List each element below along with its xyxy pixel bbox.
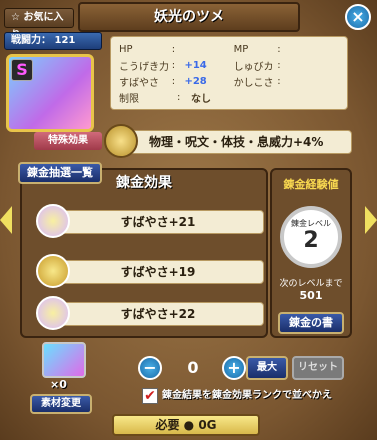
stat-colon: : — [171, 59, 176, 71]
plus-button[interactable]: + — [222, 356, 246, 380]
power-label: 戦闘力： — [11, 35, 51, 46]
stats-row: 制限 : なし — [119, 89, 339, 105]
sort-checkbox-label: 錬金結果を錬金効果ランクで並べかえ — [162, 390, 332, 401]
limit-value: なし — [191, 93, 211, 105]
special-effect-icon — [104, 124, 138, 158]
coin-icon: ● — [183, 418, 195, 432]
material-count: ×0 — [50, 378, 67, 391]
effect-row: すばやさ+21 — [36, 204, 264, 238]
effect-medal-icon — [36, 204, 70, 238]
level-ring: 錬金レベル 2 — [280, 206, 342, 268]
stat-colon: : — [277, 43, 281, 55]
favorite-tag[interactable]: ☆ お気に入り — [4, 8, 74, 41]
stat-colon: : — [177, 91, 181, 103]
stats-row: すばやさ : +28 かしこさ : — [119, 73, 339, 89]
special-effect-text: 物理・呪文・体技・息威力+4% — [120, 130, 352, 154]
power-value: 121 — [54, 35, 76, 46]
level-label: 錬金レベル — [291, 219, 331, 228]
reset-button[interactable]: リセット — [292, 356, 344, 380]
atk-label: こうげき力 — [119, 61, 169, 73]
effect-text: すばやさ+21 — [52, 210, 264, 234]
effect-text: すばやさ+22 — [52, 302, 264, 326]
alchemy-book-button[interactable]: 錬金の書 — [278, 312, 344, 334]
quantity-value: 0 — [187, 358, 199, 377]
max-button[interactable]: 最大 — [246, 356, 288, 380]
atk-value: +14 — [184, 59, 207, 71]
spd-value: +28 — [184, 75, 207, 87]
stat-colon: : — [277, 59, 281, 71]
alchemy-window: ☆ お気に入り 妖光のツメ × 戦闘力： 121 S HP : MP : こうげ… — [0, 0, 377, 440]
stats-panel: HP : MP : こうげき力 : +14 しゅびカ : すばやさ : +28 … — [110, 36, 348, 110]
next-level-value: 501 — [299, 289, 323, 302]
minus-button[interactable]: − — [138, 356, 162, 380]
power-tag: 戦闘力： 121 — [4, 32, 102, 50]
close-button[interactable]: × — [345, 4, 371, 30]
exp-title: 錬金経験値 — [283, 178, 339, 191]
quantity-stepper: − 0 + — [138, 356, 248, 382]
stat-colon: : — [171, 43, 176, 55]
cost-bar: 必要 ● 0G — [112, 414, 260, 436]
special-effect-label: 特殊効果 — [34, 132, 102, 150]
next-item-arrow-icon[interactable] — [365, 206, 377, 234]
effect-row: すばやさ+19 — [36, 254, 264, 288]
effect-medal-icon — [36, 254, 70, 288]
stats-row: こうげき力 : +14 しゅびカ : — [119, 57, 339, 73]
alchemy-exp-panel: 錬金経験値 錬金レベル 2 次のレベルまで 501 錬金の書 — [270, 168, 352, 338]
next-level-label: 次のレベルまで — [279, 279, 343, 289]
spd-label: すばやさ — [119, 77, 159, 89]
prev-item-arrow-icon[interactable] — [0, 206, 12, 234]
skill-label: しゅびカ — [233, 61, 274, 73]
hp-label: HP — [119, 43, 133, 55]
close-icon: × — [351, 7, 365, 26]
mp-label: MP — [233, 43, 249, 55]
cost-value: 0G — [198, 418, 217, 432]
stat-colon: : — [171, 75, 176, 87]
lottery-list-button[interactable]: 錬金抽選一覧 — [18, 162, 102, 184]
limit-label: 制限 — [119, 93, 139, 105]
material-icon — [42, 342, 86, 378]
level-value: 2 — [303, 228, 319, 253]
sort-checkbox[interactable]: ✔ — [142, 388, 158, 404]
stats-row: HP : MP : — [119, 41, 339, 57]
effect-text: すばやさ+19 — [52, 260, 264, 284]
item-claw-icon: S — [6, 54, 94, 132]
favorite-star-icon: ☆ — [11, 12, 20, 23]
cost-label: 必要 — [155, 418, 180, 432]
effect-medal-icon — [36, 296, 70, 330]
material-change-button[interactable]: 素材変更 — [30, 394, 92, 414]
effect-row: すばやさ+22 — [36, 296, 264, 330]
rank-badge: S — [11, 59, 33, 81]
bottom-controls: ×0 素材変更 − 0 + 最大 リセット ✔ 錬金結果を錬金効果ランクで並べか… — [20, 342, 356, 414]
wis-label: かしこさ — [233, 77, 274, 89]
item-title: 妖光のツメ — [78, 2, 300, 32]
stat-colon: : — [277, 75, 281, 87]
